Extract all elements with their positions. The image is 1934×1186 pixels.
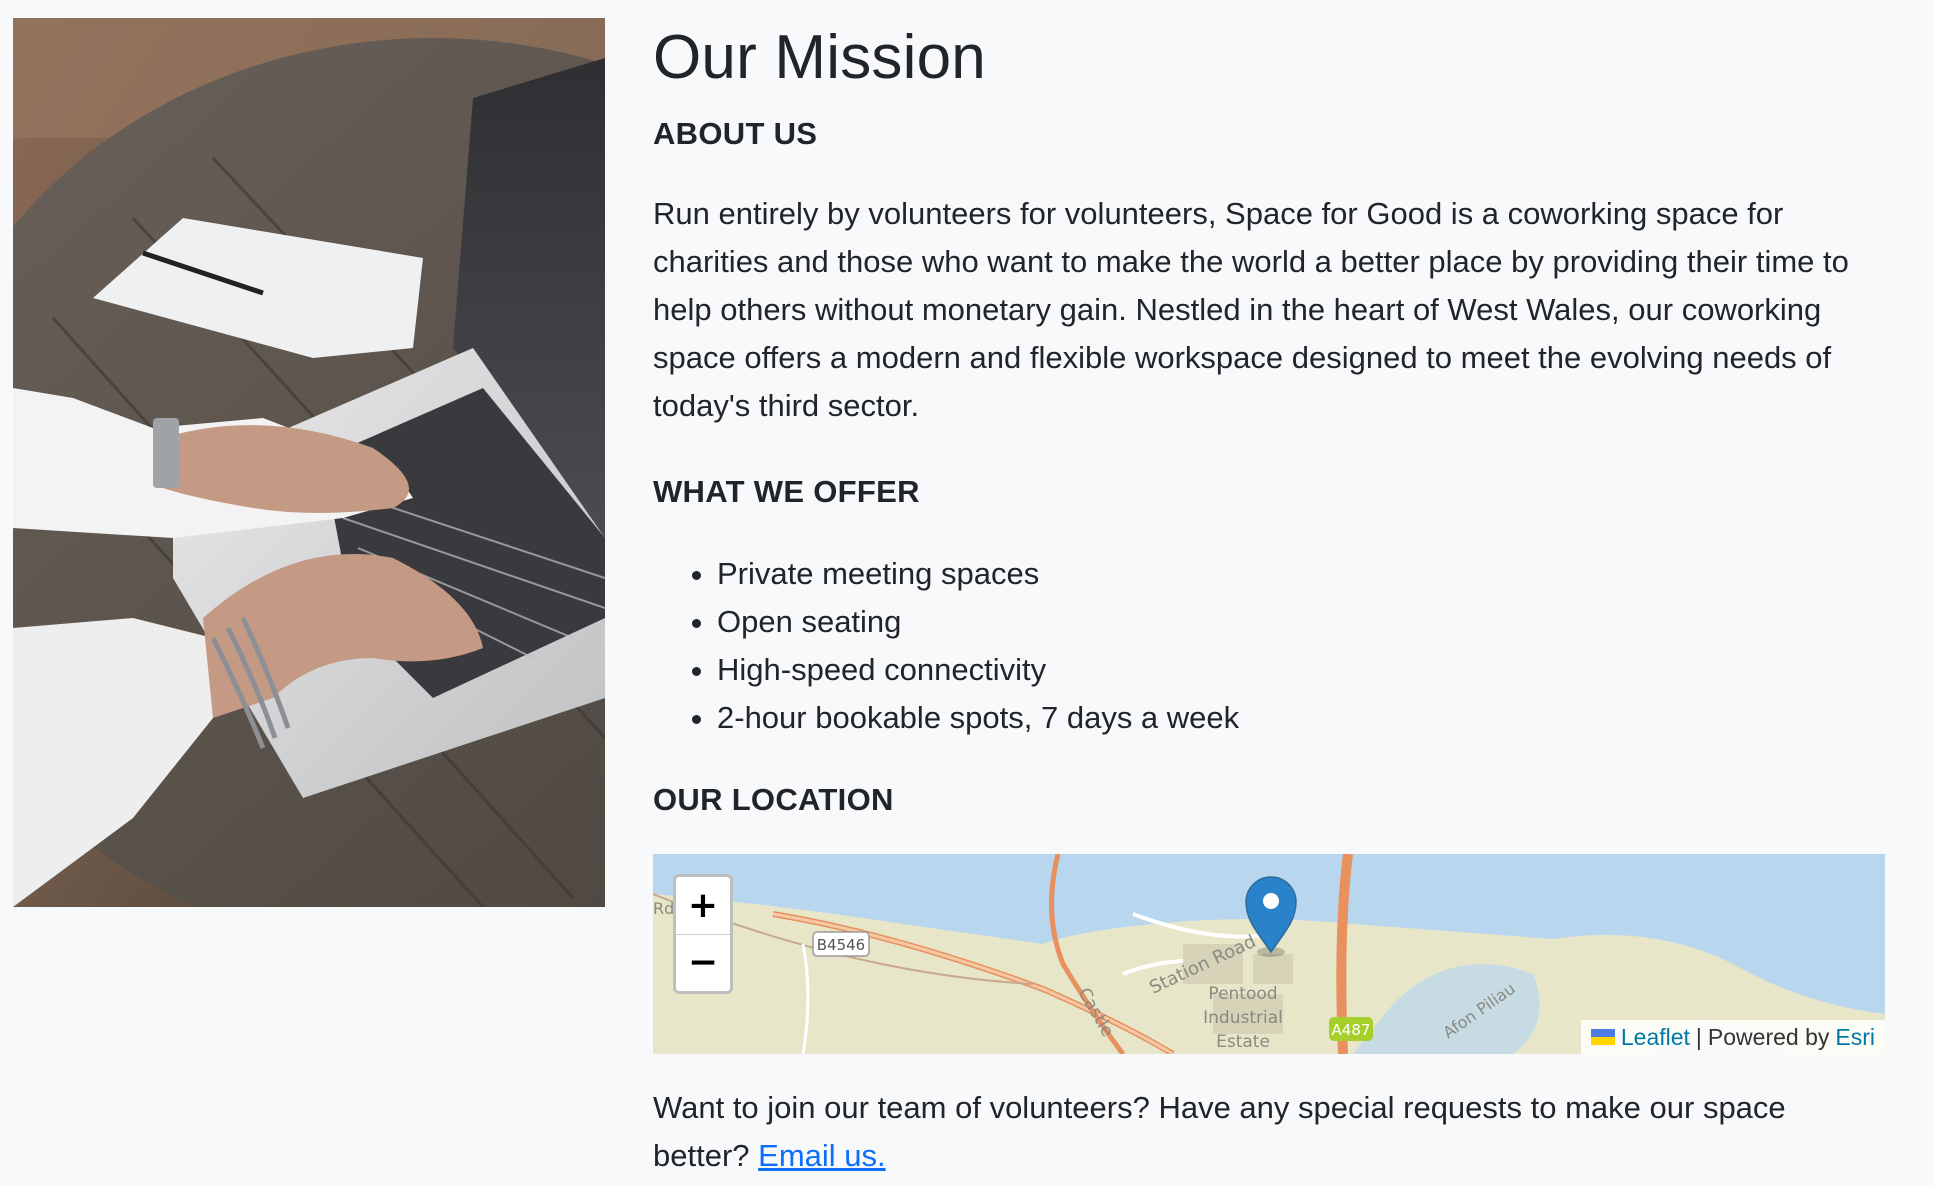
map-label-estate-2: Industrial bbox=[1203, 1008, 1283, 1028]
zoom-out-button[interactable]: − bbox=[676, 934, 730, 991]
about-text: Run entirely by volunteers for volunteer… bbox=[653, 196, 1849, 423]
location-map[interactable]: B4546 A487 Station Road Castle Pentood I… bbox=[653, 854, 1885, 1054]
offer-item: Open seating bbox=[717, 598, 1883, 646]
ukraine-flag-icon bbox=[1590, 1029, 1615, 1045]
map-label-estate-1: Pentood bbox=[1208, 984, 1277, 1004]
footer-text: Want to join our team of volunteers? Hav… bbox=[653, 1084, 1888, 1180]
about-heading: ABOUT US bbox=[653, 116, 818, 151]
zoom-in-button[interactable]: + bbox=[676, 877, 730, 934]
offer-item: Private meeting spaces bbox=[717, 550, 1883, 598]
map-label-a487: A487 bbox=[1332, 1021, 1371, 1039]
map-attribution: Leaflet | Powered by Esri bbox=[1580, 1020, 1885, 1054]
leaflet-link[interactable]: Leaflet bbox=[1621, 1020, 1690, 1054]
offer-list: Private meeting spaces Open seating High… bbox=[653, 550, 1883, 742]
attribution-powered-by: Powered by bbox=[1707, 1024, 1830, 1050]
laptop-photo-image bbox=[13, 18, 605, 907]
offer-item: High-speed connectivity bbox=[717, 646, 1883, 694]
offer-heading: WHAT WE OFFER bbox=[653, 474, 920, 509]
mission-content: Our Mission ABOUT US Run entirely by vol… bbox=[653, 18, 1885, 1180]
zoom-control: + − bbox=[673, 874, 733, 994]
page-title: Our Mission bbox=[653, 23, 986, 92]
map-label-estate-3: Estate bbox=[1216, 1032, 1270, 1052]
location-heading: OUR LOCATION bbox=[653, 782, 894, 817]
email-link[interactable]: Email us. bbox=[758, 1138, 885, 1173]
attribution-separator: | bbox=[1695, 1024, 1702, 1050]
offer-item: 2-hour bookable spots, 7 days a week bbox=[717, 694, 1883, 742]
hero-photo bbox=[13, 18, 605, 907]
map-label-b4546: B4546 bbox=[817, 936, 865, 954]
esri-link[interactable]: Esri bbox=[1835, 1020, 1875, 1054]
map-label-rd: Rd bbox=[653, 899, 674, 918]
